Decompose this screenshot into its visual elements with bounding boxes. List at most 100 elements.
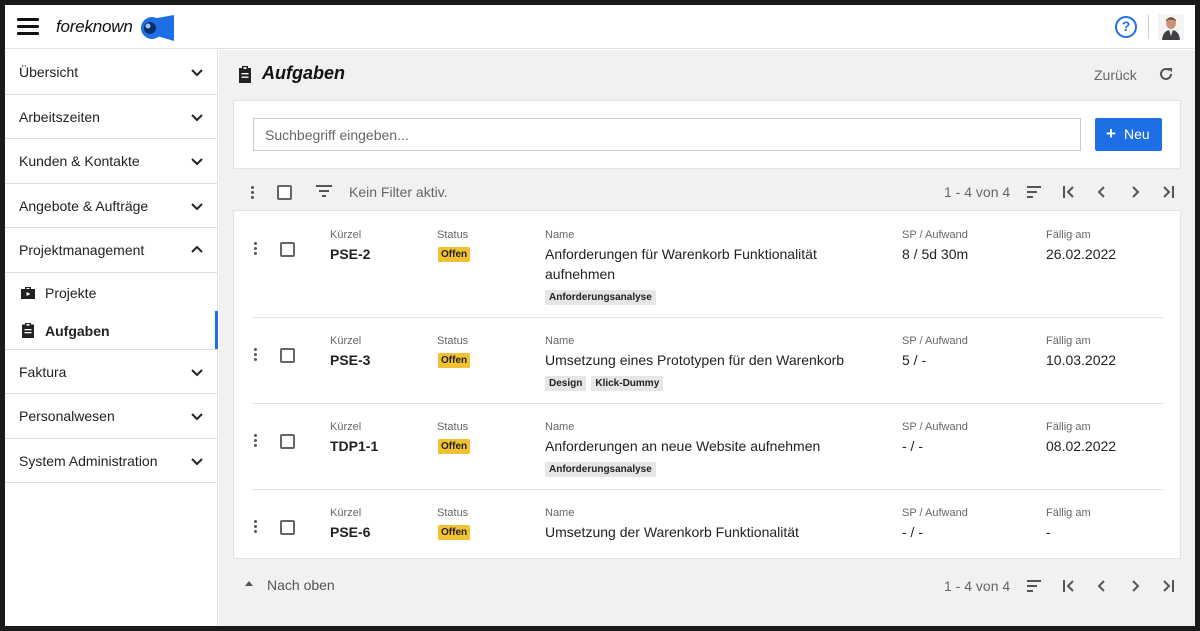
table-row[interactable]: Kürzel PSE-3 Status Offen Name Umsetzung… (252, 318, 1163, 404)
column-label: Name (545, 421, 575, 433)
row-checkbox[interactable] (280, 520, 295, 535)
sort-icon[interactable] (1027, 185, 1041, 199)
sidebar-item-arbeitszeiten[interactable]: Arbeitszeiten (5, 95, 217, 139)
sidebar-item-personalwesen[interactable]: Personalwesen (5, 394, 217, 439)
status-badge: Offen (438, 439, 471, 454)
tag: Klick-Dummy (591, 376, 664, 391)
task-name[interactable]: Umsetzung der Warenkorb Funktionalität (545, 524, 799, 540)
previous-page-icon[interactable] (1095, 579, 1109, 593)
task-code[interactable]: PSE-6 (330, 524, 370, 540)
help-icon[interactable]: ? (1115, 16, 1137, 38)
pagination-range: 1 - 4 von 4 (944, 184, 1011, 200)
status-badge: Offen (438, 353, 471, 368)
row-actions-icon[interactable] (254, 348, 258, 362)
column-label: Status (437, 229, 469, 241)
chevron-down-icon (191, 158, 203, 166)
last-page-icon[interactable] (1161, 185, 1175, 199)
list-toolbar: Kein Filter aktiv. 1 - 4 von 4 (233, 174, 1181, 210)
chevron-up-icon (191, 245, 203, 253)
table-row[interactable]: Kürzel TDP1-1 Status Offen Name Anforder… (252, 404, 1163, 490)
column-label: Fällig am (1046, 335, 1091, 347)
sidebar-item-label: Arbeitszeiten (19, 108, 100, 125)
row-checkbox[interactable] (280, 434, 295, 449)
sidebar-item-label: Angebote & Aufträge (19, 197, 149, 214)
bulk-actions-icon[interactable] (251, 186, 255, 200)
task-name-continued[interactable]: aufnehmen (545, 266, 615, 282)
task-code[interactable]: PSE-2 (330, 246, 370, 262)
sidebar-item-angebote-auftraege[interactable]: Angebote & Aufträge (5, 184, 217, 228)
task-code[interactable]: PSE-3 (330, 352, 370, 368)
task-name[interactable]: Anforderungen an neue Website aufnehmen (545, 438, 820, 454)
column-label: Fällig am (1046, 421, 1091, 433)
sort-icon[interactable] (1027, 579, 1041, 593)
task-list: Kürzel PSE-2 Status Offen Name Anforderu… (233, 210, 1181, 559)
column-label: Kürzel (330, 335, 362, 347)
new-button-label: Neu (1124, 126, 1150, 142)
status-badge: Offen (438, 525, 471, 540)
chevron-down-icon (191, 457, 203, 465)
select-all-checkbox[interactable] (277, 185, 292, 200)
task-due-date: 08.02.2022 (1046, 438, 1117, 454)
column-label: SP / Aufwand (902, 421, 968, 433)
filter-icon[interactable] (316, 185, 332, 197)
sidebar: Übersicht Arbeitszeiten Kunden & Kontakt… (5, 50, 218, 626)
sidebar-item-kunden-kontakte[interactable]: Kunden & Kontakte (5, 139, 217, 184)
new-task-button[interactable]: + Neu (1095, 118, 1162, 151)
column-label: Status (437, 421, 469, 433)
main-content: Aufgaben Zurück + Neu Kein Filter aktiv.… (219, 50, 1195, 626)
tag: Design (545, 376, 587, 391)
task-effort: 8 / 5d 30m (902, 246, 969, 262)
table-row[interactable]: Kürzel PSE-2 Status Offen Name Anforderu… (252, 211, 1163, 318)
chevron-down-icon (191, 413, 203, 421)
task-effort: - / - (902, 524, 923, 540)
plus-icon: + (1106, 124, 1116, 143)
chevron-down-icon (191, 69, 203, 77)
refresh-icon[interactable] (1158, 66, 1174, 82)
arrow-up-icon (245, 581, 253, 586)
avatar[interactable] (1158, 14, 1184, 40)
search-card: + Neu (233, 100, 1181, 169)
next-page-icon[interactable] (1128, 185, 1142, 199)
table-row[interactable]: Kürzel PSE-6 Status Offen Name Umsetzung… (252, 490, 1163, 558)
app-window: foreknown ? Übersicht Arbeitszeiten Kund… (5, 5, 1195, 626)
task-due-date: 26.02.2022 (1046, 246, 1117, 262)
column-label: Kürzel (330, 229, 362, 241)
next-page-icon[interactable] (1128, 579, 1142, 593)
sidebar-item-faktura[interactable]: Faktura (5, 350, 217, 394)
back-link[interactable]: Zurück (1094, 67, 1137, 83)
task-code[interactable]: TDP1-1 (330, 438, 378, 454)
sidebar-item-projekte[interactable]: Projekte (5, 273, 217, 311)
sidebar-item-projektmanagement[interactable]: Projektmanagement (5, 228, 217, 273)
task-name[interactable]: Anforderungen für Warenkorb Funktionalit… (545, 246, 817, 262)
row-checkbox[interactable] (280, 242, 295, 257)
column-label: SP / Aufwand (902, 229, 968, 241)
row-checkbox[interactable] (280, 348, 295, 363)
clipboard-icon (239, 66, 251, 83)
chevron-down-icon (191, 113, 203, 121)
sidebar-item-aufgaben[interactable]: Aufgaben (5, 310, 218, 349)
last-page-icon[interactable] (1161, 579, 1175, 593)
first-page-icon[interactable] (1062, 579, 1076, 593)
search-input[interactable] (253, 118, 1081, 151)
first-page-icon[interactable] (1062, 185, 1076, 199)
task-name[interactable]: Umsetzung eines Prototypen für den Waren… (545, 352, 844, 368)
chevron-down-icon (191, 368, 203, 376)
sidebar-item-uebersicht[interactable]: Übersicht (5, 50, 217, 95)
menu-icon[interactable] (17, 18, 39, 36)
sidebar-item-system-administration[interactable]: System Administration (5, 439, 217, 483)
sidebar-item-label: Übersicht (19, 64, 79, 80)
row-actions-icon[interactable] (254, 434, 258, 448)
back-to-top-link[interactable]: Nach oben (245, 577, 335, 593)
row-actions-icon[interactable] (254, 242, 258, 256)
row-actions-icon[interactable] (254, 520, 258, 534)
pagination-range: 1 - 4 von 4 (944, 578, 1011, 594)
clipboard-icon (22, 322, 34, 338)
column-label: Status (437, 507, 469, 519)
chevron-down-icon (191, 202, 203, 210)
task-due-date: - (1046, 524, 1051, 540)
sidebar-item-label: Personalwesen (19, 408, 115, 424)
filter-status: Kein Filter aktiv. (349, 184, 448, 200)
tag: Anforderungsanalyse (545, 290, 656, 305)
previous-page-icon[interactable] (1095, 185, 1109, 199)
task-effort: - / - (902, 438, 923, 454)
